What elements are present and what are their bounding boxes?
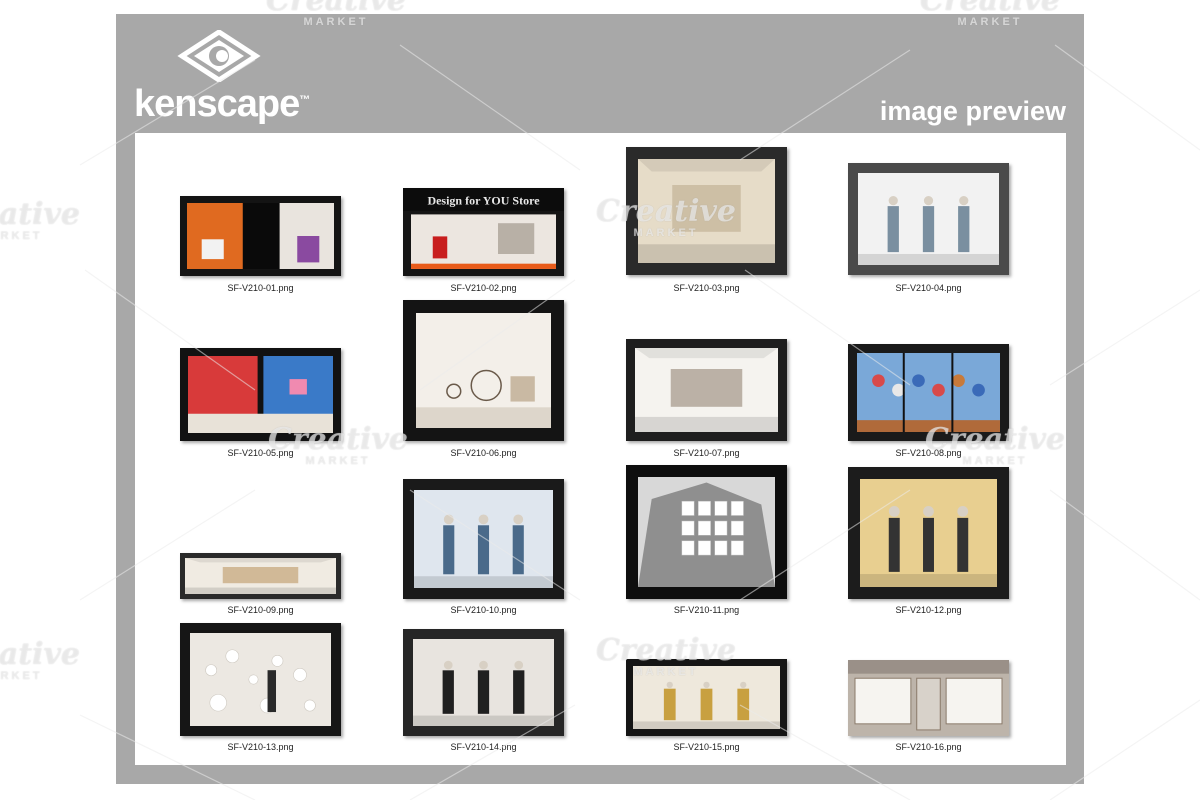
preview-label: image preview — [879, 96, 1066, 126]
storefront-image[interactable] — [403, 300, 564, 441]
logo-mark-icon — [177, 30, 261, 82]
watermark: CreativeMARKET — [0, 637, 80, 683]
svg-text:Design for YOU Store: Design for YOU Store — [427, 194, 540, 208]
storefront-image[interactable] — [626, 339, 787, 441]
thumbnail-filename: SF-V210-03.png — [673, 283, 740, 293]
watermark-subtext: MARKET — [0, 230, 43, 242]
watermark-subtext: MARKET — [0, 670, 43, 682]
thumbnail-filename: SF-V210-12.png — [895, 605, 962, 615]
thumbnail-filename: SF-V210-14.png — [450, 742, 517, 752]
thumbnail-filename: SF-V210-05.png — [227, 448, 294, 458]
brand-name: kenscape™ — [134, 84, 310, 124]
storefront-image[interactable] — [626, 465, 787, 599]
trademark: ™ — [299, 94, 311, 106]
storefront-image[interactable] — [403, 479, 564, 599]
watermark-text: Creative — [0, 637, 80, 672]
thumbnail-filename: SF-V210-07.png — [673, 448, 740, 458]
storefront-image[interactable] — [180, 623, 341, 736]
thumbnail-filename: SF-V210-04.png — [895, 283, 962, 293]
watermark: CreativeMARKET — [0, 197, 80, 243]
thumbnail-filename: SF-V210-15.png — [673, 742, 740, 752]
thumbnail-filename: SF-V210-10.png — [450, 605, 517, 615]
storefront-image[interactable] — [180, 348, 341, 441]
watermark-text: Creative — [0, 197, 80, 232]
thumbnail-filename: SF-V210-01.png — [227, 283, 294, 293]
thumbnail-filename: SF-V210-11.png — [673, 605, 740, 615]
thumbnail-filename: SF-V210-02.png — [450, 283, 517, 293]
storefront-image[interactable] — [848, 467, 1009, 599]
thumbnail-filename: SF-V210-06.png — [450, 448, 517, 458]
thumbnail-filename: SF-V210-09.png — [227, 605, 294, 615]
brand-logo: kenscape™ — [134, 30, 324, 130]
brand-name-text: kenscape — [134, 83, 300, 125]
storefront-image[interactable] — [848, 344, 1009, 441]
storefront-image[interactable] — [848, 163, 1009, 275]
storefront-image[interactable] — [626, 147, 787, 275]
thumbnail-filename: SF-V210-16.png — [895, 742, 962, 752]
storefront-image[interactable] — [180, 553, 341, 599]
storefront-image[interactable]: Design for YOU Store — [403, 188, 564, 276]
storefront-image[interactable] — [403, 629, 564, 736]
thumbnail-filename: SF-V210-08.png — [895, 448, 962, 458]
storefront-image[interactable] — [180, 196, 341, 276]
storefront-image[interactable] — [626, 659, 787, 736]
storefront-image[interactable] — [848, 660, 1009, 736]
thumbnail-filename: SF-V210-13.png — [227, 742, 294, 752]
